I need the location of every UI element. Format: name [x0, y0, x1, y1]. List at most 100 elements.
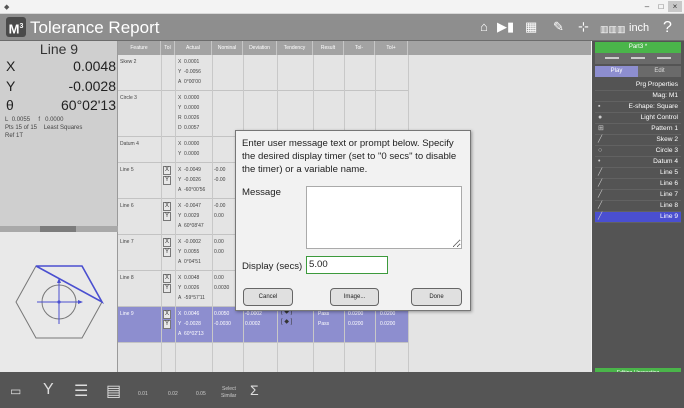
step-0-02[interactable]: 0.02	[168, 391, 178, 397]
table-grid-line	[212, 55, 213, 372]
program-step-item[interactable]: ╱ Line 6	[595, 179, 681, 190]
row-axis-label: X	[178, 167, 182, 173]
program-tab-strip[interactable]	[595, 53, 681, 64]
program-step-item[interactable]: ● Light Control	[595, 113, 681, 124]
tol-toggle-box[interactable]: X	[163, 274, 171, 283]
display-secs-input[interactable]: 5.00	[306, 256, 388, 274]
col-header-nominal[interactable]: Nominal	[212, 41, 243, 55]
tol-toggle-box[interactable]: X	[163, 166, 171, 175]
col-header-tendency[interactable]: Tendency	[277, 41, 313, 55]
row-tol-minus-value: 0.0200	[348, 321, 364, 327]
tol-toggle-box[interactable]: Y	[163, 176, 171, 185]
row-actual-value: 0.0000	[184, 141, 200, 147]
feature-view[interactable]	[0, 232, 118, 372]
row-nominal-value: 0.00	[214, 239, 224, 245]
message-textarea[interactable]	[306, 186, 462, 249]
program-step-item[interactable]: Prg Properties	[595, 80, 681, 91]
close-button[interactable]: ×	[668, 1, 682, 12]
unit-label[interactable]: inch	[629, 22, 649, 34]
tol-toggle-box[interactable]: X	[163, 202, 171, 211]
program-step-item[interactable]: ╱ Skew 2	[595, 135, 681, 146]
program-step-item[interactable]: Mag: M1	[595, 91, 681, 102]
readout-info-1: L 0.0055 f 0.0000	[5, 117, 64, 123]
row-axis-label: A	[178, 295, 182, 301]
col-header-deviation[interactable]: Deviation	[243, 41, 277, 55]
row-axis-label: X	[178, 95, 182, 101]
program-step-item[interactable]: ╱ Line 5	[595, 168, 681, 179]
tol-toggle-box[interactable]: Y	[163, 248, 171, 257]
row-axis-label: A	[178, 331, 182, 337]
crosshair-icon[interactable]: ⊹	[578, 20, 589, 34]
similar-label[interactable]: Similar	[221, 393, 236, 399]
program-step-item[interactable]: ⊞ Pattern 1	[595, 124, 681, 135]
grid-icon[interactable]: ▦	[525, 20, 537, 34]
row-actual-value: 0.0046	[184, 311, 200, 317]
row-actual-value: 0.0000	[184, 95, 200, 101]
step-type-icon: ╱	[598, 213, 603, 220]
display-secs-label: Display (secs)	[242, 261, 303, 272]
tendency-indicator-icon: [ ◆ ]	[281, 319, 293, 325]
col-header-feature[interactable]: Feature	[118, 41, 161, 55]
program-step-item[interactable]: ╱ Line 7	[595, 190, 681, 201]
tol-toggle-box[interactable]: X	[163, 310, 171, 319]
step-0-05[interactable]: 0.05	[196, 391, 206, 397]
cancel-button[interactable]: Cancel	[243, 288, 293, 306]
minimize-button[interactable]: –	[640, 1, 654, 12]
edit-tab[interactable]: Edit	[638, 66, 681, 77]
report-icon[interactable]: ▤	[106, 381, 121, 401]
row-actual-value: -60°00'56	[184, 187, 206, 193]
row-actual-value: 60°02'13	[184, 331, 204, 337]
step-type-icon: ●	[598, 114, 603, 121]
col-header-tol[interactable]: Tol	[161, 41, 175, 55]
row-axis-label: Y	[178, 321, 182, 327]
help-icon[interactable]: ?	[663, 19, 672, 37]
home-icon[interactable]: ⌂	[480, 20, 488, 34]
col-header-result[interactable]: Result	[313, 41, 344, 55]
tol-toggle-box[interactable]: Y	[163, 212, 171, 221]
program-step-item[interactable]: ╱ Line 9	[595, 212, 681, 223]
dro-readout-panel: Line 9 X 0.0048 Y -0.0028 θ 60°02'13 L 0…	[0, 41, 118, 226]
sigma-icon[interactable]: Σ	[250, 382, 259, 398]
col-header-tol-minus[interactable]: Tol-	[344, 41, 375, 55]
readout-info-2: Pts 15 of 15 Least Squares	[5, 125, 83, 131]
row-nominal-value: 0.0050	[214, 311, 230, 317]
col-header-tol-plus[interactable]: Tol+	[375, 41, 408, 55]
row-tol-plus-value: 0.0200	[380, 321, 396, 327]
tape-icon[interactable]: ▭	[10, 384, 21, 398]
program-step-label: Circle 3	[655, 147, 678, 154]
maximize-button[interactable]: □	[654, 1, 668, 12]
program-step-item[interactable]: ○ Circle 3	[595, 146, 681, 157]
row-actual-value: 0.0001	[184, 59, 200, 65]
list-icon[interactable]: ☰	[74, 381, 88, 401]
row-actual-value: -0.0049	[184, 167, 201, 173]
program-step-item[interactable]: • Datum 4	[595, 157, 681, 168]
program-title[interactable]: Part3 *	[595, 42, 681, 53]
funnel-icon[interactable]: Y	[43, 381, 54, 399]
row-axis-label: X	[178, 141, 182, 147]
ruler-icon[interactable]: ▥▥▥	[600, 22, 626, 36]
program-step-item[interactable]: ╱ Line 8	[595, 201, 681, 212]
row-axis-label: A	[178, 223, 182, 229]
probe-icon[interactable]: ✎	[553, 20, 564, 34]
tol-toggle-box[interactable]: X	[163, 238, 171, 247]
done-button[interactable]: Done	[411, 288, 462, 306]
select-label[interactable]: Select	[222, 386, 236, 392]
row-axis-label: D	[178, 125, 182, 131]
bottom-toolbar: ▭ Y ☰ ▤ 0.01 0.02 0.05 Select Similar Σ	[0, 372, 684, 408]
row-feature-name: Line 8	[120, 275, 134, 281]
col-header-actual[interactable]: Actual	[175, 41, 212, 55]
row-actual-value: -0.0047	[184, 203, 201, 209]
video-icon[interactable]: ▶▮	[497, 20, 514, 34]
step-0-01[interactable]: 0.01	[138, 391, 148, 397]
play-tab[interactable]: Play	[595, 66, 638, 77]
row-actual-value: -59°57'11	[184, 295, 205, 301]
program-step-label: Prg Properties	[635, 81, 678, 88]
table-grid-line	[175, 55, 176, 372]
image-button[interactable]: Image...	[330, 288, 379, 306]
program-panel: Part3 * Play Edit Prg Properties Mag: M1 ▪…	[592, 41, 684, 378]
row-feature-name: Skew 2	[120, 59, 137, 65]
tol-toggle-box[interactable]: Y	[163, 284, 171, 293]
program-step-item[interactable]: ▪ E-shape: Square	[595, 102, 681, 113]
row-actual-value: 0°00'00	[184, 79, 201, 85]
tol-toggle-box[interactable]: Y	[163, 320, 171, 329]
